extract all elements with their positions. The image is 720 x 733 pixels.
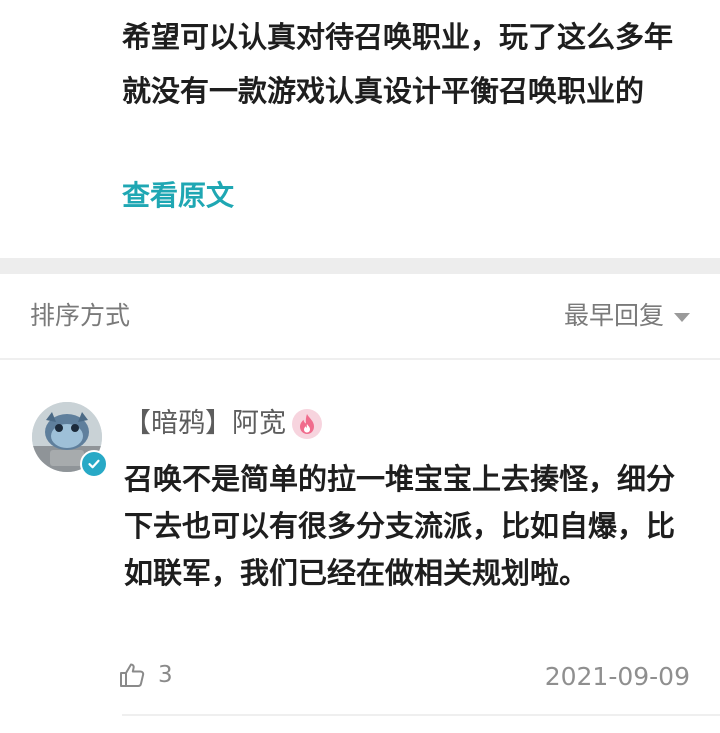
- view-original-link[interactable]: 查看原文: [122, 176, 234, 216]
- section-divider: [0, 258, 720, 274]
- thumbs-up-icon: [120, 663, 145, 687]
- sort-label: 排序方式: [30, 301, 131, 330]
- post-text: 希望可以认真对待召唤职业，玩了这么多年就没有一款游戏认真设计平衡召唤职业的: [122, 20, 674, 108]
- flame-level-icon: [292, 409, 322, 439]
- reply-item: 【暗鸦】阿宽 召唤不是简单的拉一堆宝宝上去揍怪，细分下去也可以有很多分支流派，比…: [0, 360, 720, 733]
- reply-text: 召唤不是简单的拉一堆宝宝上去揍怪，细分下去也可以有很多分支流派，比如自爆，比如联…: [124, 462, 676, 590]
- author-name[interactable]: 【暗鸦】阿宽: [124, 404, 286, 444]
- divider: [122, 714, 720, 716]
- caret-down-icon: [674, 312, 690, 322]
- like-button[interactable]: 3: [118, 658, 173, 692]
- sort-order-value: 最早回复: [563, 301, 664, 330]
- sort-bar: 排序方式 最早回复: [0, 274, 720, 358]
- reply-date: 2021-09-09: [544, 662, 690, 691]
- sort-order-dropdown[interactable]: 最早回复: [564, 298, 690, 334]
- original-post: 希望可以认真对待召唤职业，玩了这么多年就没有一款游戏认真设计平衡召唤职业的 查看…: [0, 0, 720, 258]
- author-line: 【暗鸦】阿宽: [124, 404, 322, 444]
- like-count: 3: [158, 662, 173, 688]
- verified-check-icon: [80, 450, 108, 478]
